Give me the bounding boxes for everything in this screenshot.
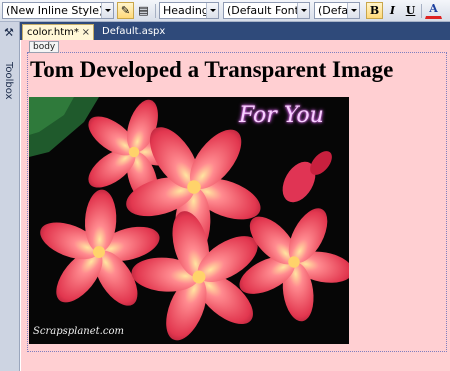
for-you-overlay-text: For You <box>239 103 324 128</box>
tab-default-aspx[interactable]: Default.aspx <box>98 24 169 40</box>
close-icon[interactable]: × <box>82 25 90 40</box>
chevron-down-icon[interactable] <box>101 3 113 18</box>
chevron-down-icon[interactable] <box>297 3 309 18</box>
italic-button[interactable]: I <box>384 2 401 19</box>
tab-color-htm[interactable]: color.htm* × <box>22 24 94 40</box>
chevron-down-icon[interactable] <box>347 3 359 18</box>
manage-styles-icon[interactable]: ▤ <box>135 2 152 19</box>
underline-button[interactable]: U <box>402 2 419 19</box>
toolbar-separator <box>421 4 422 18</box>
toolbox-label[interactable]: Toolbox <box>3 62 14 100</box>
page-heading[interactable]: Tom Developed a Transparent Image <box>30 57 393 83</box>
size-select[interactable]: (Defaul <box>314 2 360 19</box>
flower-image[interactable]: For You Scrapsplanet.com <box>29 97 349 344</box>
apply-style-icon[interactable]: ✎ <box>117 2 134 19</box>
bold-button[interactable]: B <box>366 2 383 19</box>
font-color-button[interactable]: A <box>425 2 442 19</box>
block-format-select[interactable]: Heading 1 <box>159 2 219 19</box>
document-tab-strip: color.htm* × Default.aspx <box>20 22 450 40</box>
formatting-toolbar: (New Inline Style) ✎ ▤ Heading 1 (Defaul… <box>0 0 450 22</box>
plumeria-flowers-picture <box>29 97 349 344</box>
style-select-value: (New Inline Style) <box>6 4 104 17</box>
toolbar-separator <box>155 4 156 18</box>
font-select-value: (Default Font) <box>227 4 304 17</box>
tab-label: color.htm* <box>27 27 79 38</box>
chevron-down-icon[interactable] <box>206 3 218 18</box>
image-watermark: Scrapsplanet.com <box>33 326 124 337</box>
toolbox-panel[interactable]: ⚒ Toolbox <box>0 22 20 371</box>
tab-label: Default.aspx <box>102 26 166 37</box>
style-select[interactable]: (New Inline Style) <box>2 2 114 19</box>
font-select[interactable]: (Default Font) <box>223 2 310 19</box>
design-surface[interactable]: body Tom Developed a Transparent Image F… <box>20 40 450 371</box>
toolbox-icon[interactable]: ⚒ <box>4 26 14 39</box>
body-tag-marker[interactable]: body <box>29 41 60 53</box>
